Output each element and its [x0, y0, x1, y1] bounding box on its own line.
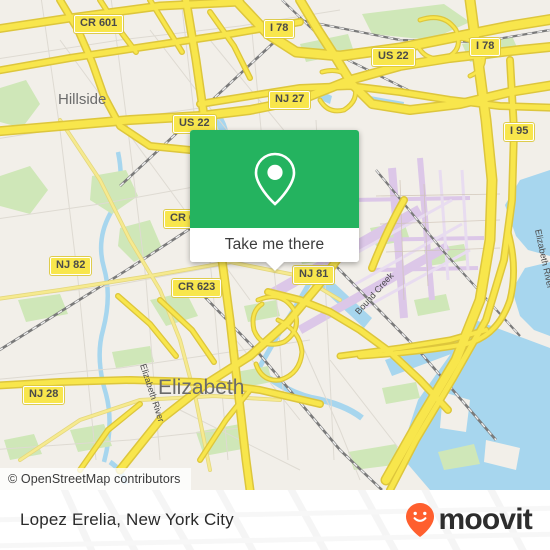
- bottom-bar: Lopez Erelia, New York City moovit: [0, 490, 550, 550]
- popup-footer[interactable]: Take me there: [190, 228, 359, 262]
- road-shield-label: CR 623: [178, 281, 216, 293]
- road-shield-label: NJ 27: [275, 93, 305, 105]
- take-me-there-label: Take me there: [224, 236, 325, 253]
- road-shield-label: NJ 81: [299, 268, 329, 280]
- osm-attribution[interactable]: © OpenStreetMap contributors: [0, 468, 191, 490]
- moovit-map-screenshot: Hillside Elizabeth Elizabeth River Bound C…: [0, 0, 550, 550]
- map-canvas[interactable]: Hillside Elizabeth Elizabeth River Bound C…: [0, 0, 550, 490]
- destination-popup-card[interactable]: Take me there: [190, 130, 359, 271]
- road-shield-label: I 95: [510, 125, 529, 137]
- popup-pointer-tail: [265, 262, 284, 271]
- popup-header: [190, 130, 359, 228]
- road-shield: NJ 27: [269, 91, 311, 109]
- road-shield-label: I 78: [476, 40, 495, 52]
- road-shield-label: CR 601: [80, 17, 118, 29]
- moovit-smiley-pin-icon: [406, 503, 435, 537]
- road-shield: US 22: [372, 48, 415, 66]
- location-title: Lopez Erelia, New York City: [20, 510, 234, 529]
- road-shield-label: NJ 28: [29, 388, 59, 400]
- map-pin-icon: [254, 152, 295, 206]
- attribution-text: © OpenStreetMap contributors: [8, 472, 181, 486]
- road-shield: CR 601: [74, 15, 124, 33]
- road-shield: NJ 28: [23, 386, 65, 404]
- road-shield: CR 623: [172, 279, 222, 297]
- road-shield: I 78: [264, 20, 295, 38]
- road-shield: I 78: [470, 38, 501, 56]
- road-shield-label: NJ 82: [56, 259, 86, 271]
- road-shield-label: US 22: [378, 50, 409, 62]
- road-shield-label: I 78: [270, 22, 289, 34]
- road-shield: NJ 81: [293, 266, 335, 284]
- road-shield-label: US 22: [179, 117, 210, 129]
- moovit-wordmark: moovit: [438, 503, 532, 536]
- moovit-logo[interactable]: moovit: [405, 502, 533, 538]
- road-shield: I 95: [504, 123, 535, 141]
- road-shield: NJ 82: [50, 257, 92, 275]
